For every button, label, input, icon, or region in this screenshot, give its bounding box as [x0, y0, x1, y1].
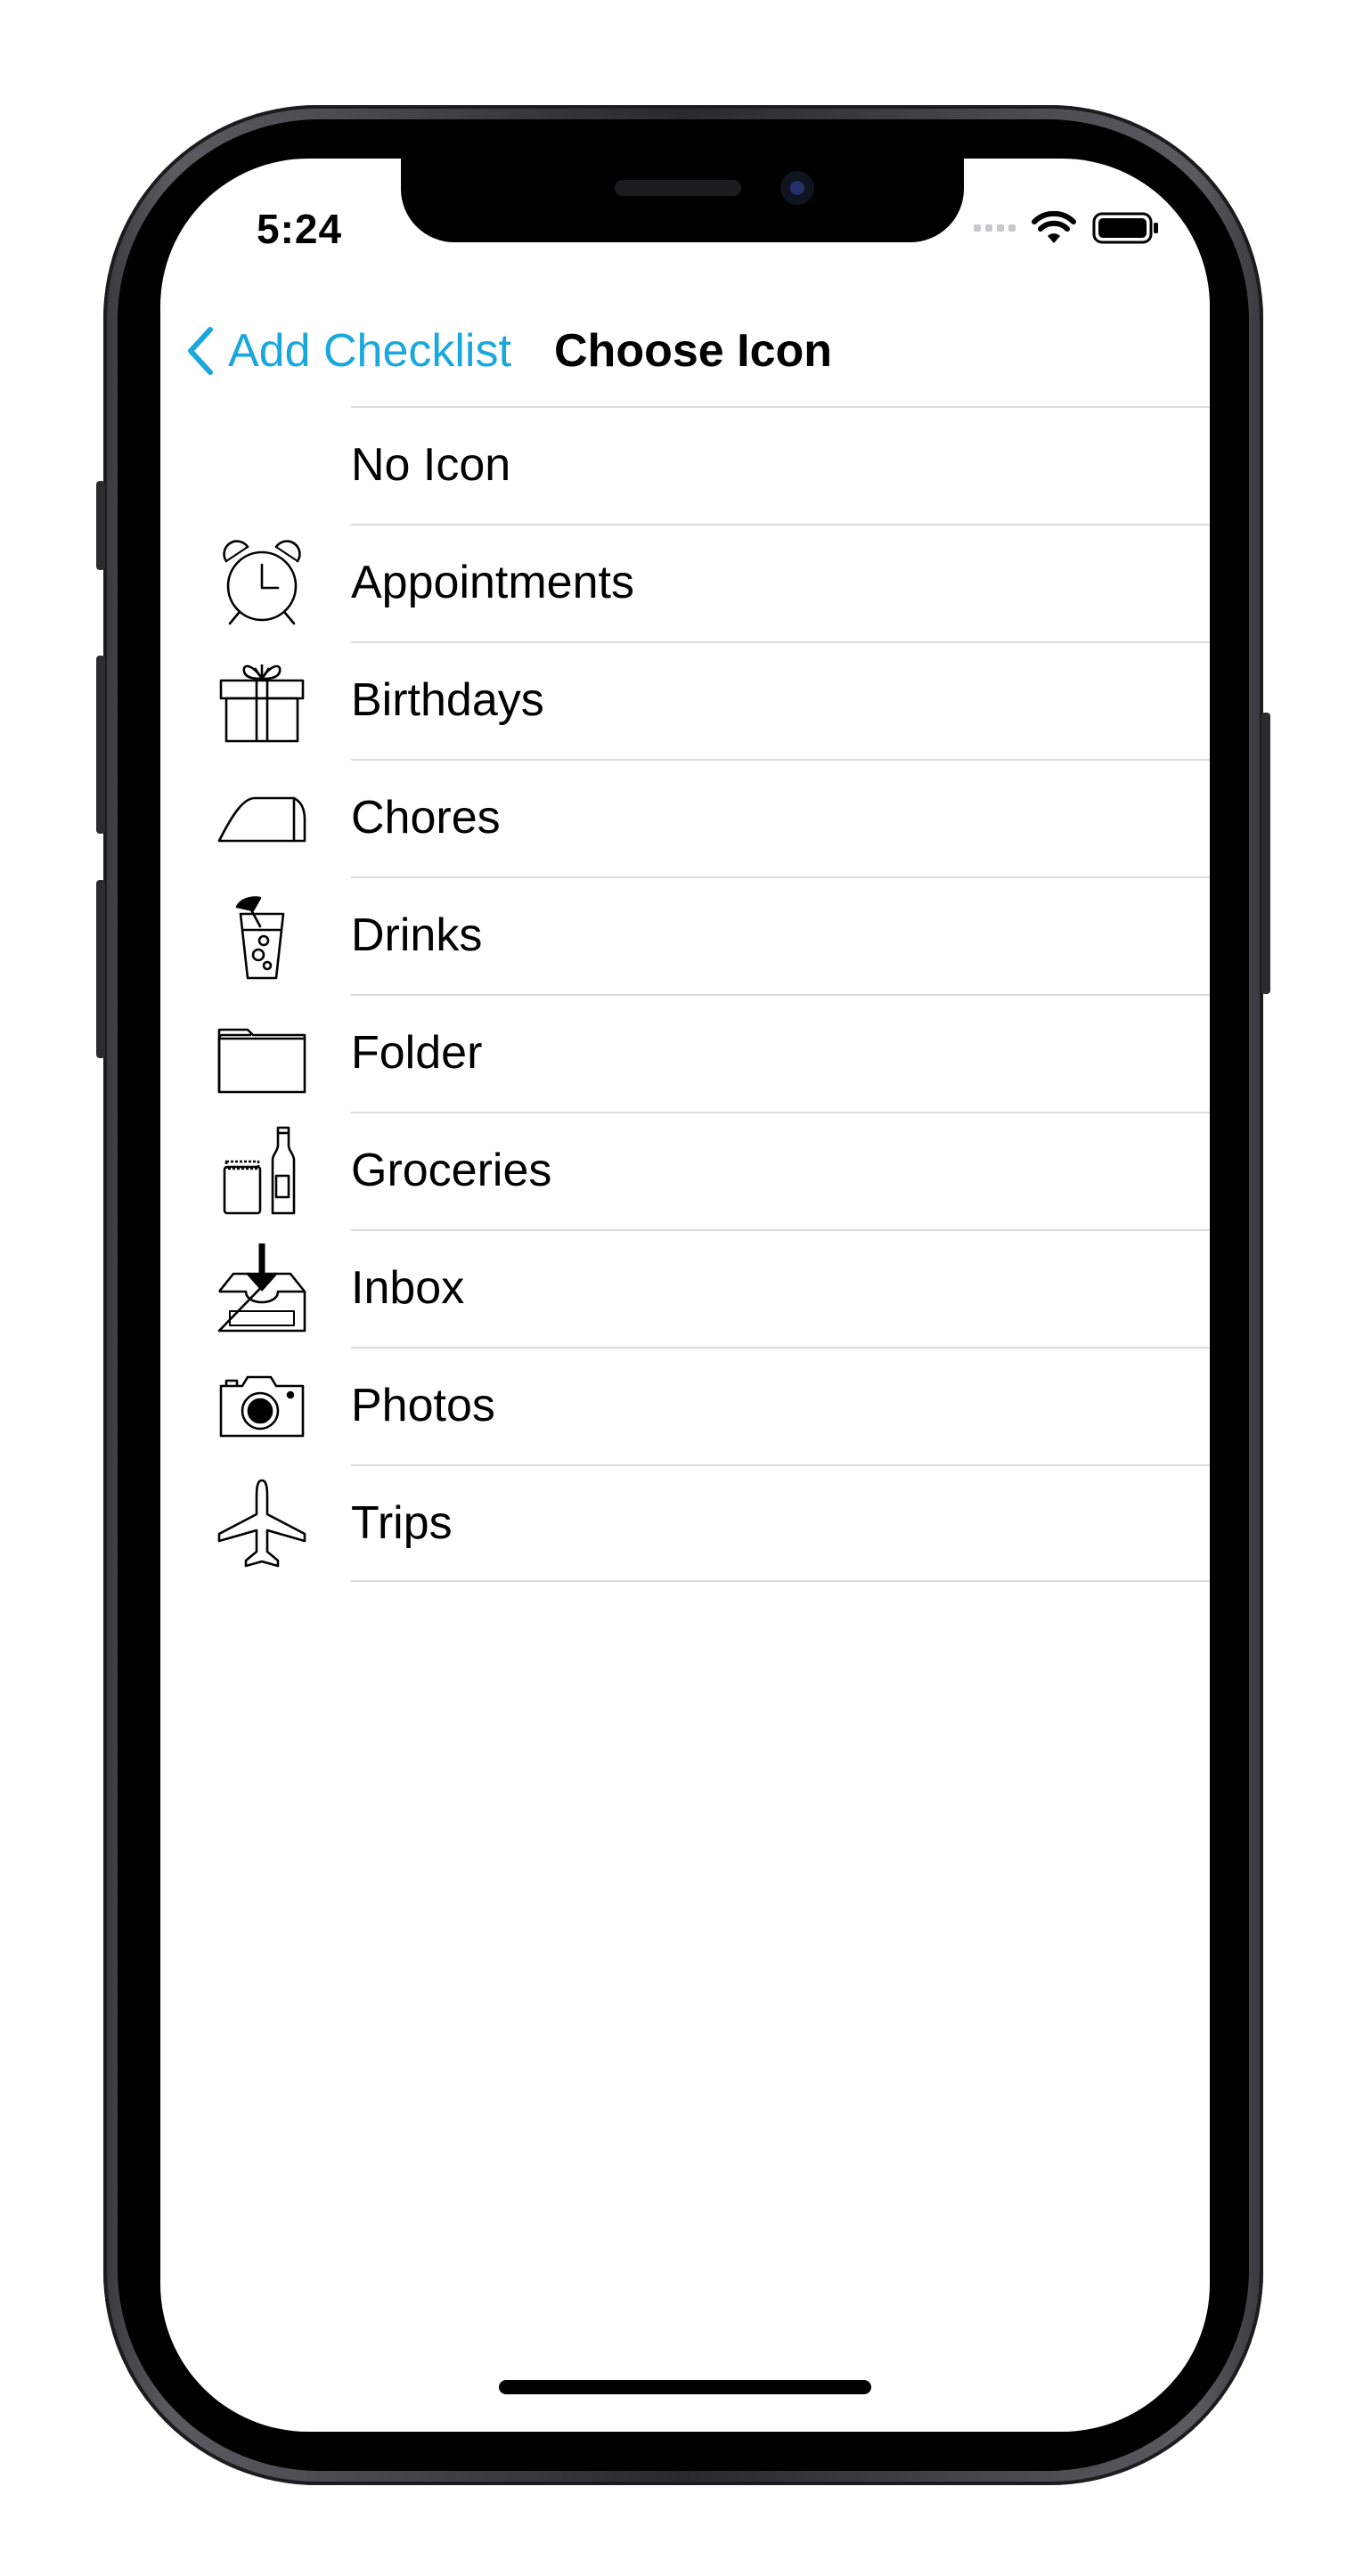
list-item-folder[interactable]: Folder: [160, 994, 1210, 1112]
list-item-label: Drinks: [351, 909, 483, 961]
battery-icon: [1092, 212, 1158, 244]
list-item-label: Folder: [351, 1027, 483, 1079]
mute-switch: [96, 481, 105, 570]
home-indicator[interactable]: [499, 2380, 871, 2394]
list-item-label: Inbox: [351, 1262, 465, 1314]
list-item-label: Birthdays: [351, 674, 544, 726]
navigation-bar: Add Checklist Choose Icon: [160, 294, 1210, 408]
list-item-birthdays[interactable]: Birthdays: [160, 641, 1210, 759]
list-item-label: No Icon: [351, 439, 511, 491]
row-divider: [351, 1229, 1210, 1231]
row-divider: [351, 1580, 1210, 1582]
folder-icon: [217, 1008, 306, 1097]
list-item-trips[interactable]: Trips: [160, 1464, 1210, 1582]
power-button: [1261, 713, 1270, 994]
gift-icon: [217, 656, 306, 745]
alarm-clock-icon: [217, 538, 306, 627]
list-item-label: Appointments: [351, 557, 634, 608]
earpiece-speaker: [615, 180, 741, 196]
list-item-label: Photos: [351, 1380, 495, 1431]
inbox-tray-icon: [217, 1243, 306, 1333]
icon-list: No Icon Appointments Birthdays Chores Dr…: [160, 406, 1210, 1582]
list-item-label: Groceries: [351, 1145, 552, 1196]
chevron-left-icon: [188, 327, 213, 375]
status-time: 5:24: [257, 206, 343, 252]
page-title: Choose Icon: [554, 325, 833, 377]
list-item-drinks[interactable]: Drinks: [160, 876, 1210, 994]
front-camera: [780, 171, 814, 205]
jar-and-bottle-icon: [217, 1126, 306, 1215]
cocktail-glass-icon: [217, 891, 306, 980]
back-button[interactable]: Add Checklist: [185, 294, 511, 408]
list-item-appointments[interactable]: Appointments: [160, 524, 1210, 641]
row-divider: [351, 1464, 1210, 1466]
wifi-icon: [1032, 211, 1076, 243]
status-icons: [974, 210, 1160, 246]
cellular-signal-icon: [974, 224, 1016, 232]
back-button-label: Add Checklist: [228, 325, 511, 377]
list-item-inbox[interactable]: Inbox: [160, 1229, 1210, 1347]
list-item-no-icon[interactable]: No Icon: [160, 406, 1210, 524]
volume-up-button: [96, 656, 105, 834]
volume-down-button: [96, 880, 105, 1058]
list-item-photos[interactable]: Photos: [160, 1347, 1210, 1464]
list-item-groceries[interactable]: Groceries: [160, 1112, 1210, 1229]
list-item-label: Trips: [351, 1497, 453, 1549]
list-item-chores[interactable]: Chores: [160, 759, 1210, 876]
airplane-icon: [217, 1479, 306, 1568]
iron-icon: [217, 773, 306, 862]
screen: 5:24 Add Checklist Choose Icon No Icon A…: [160, 159, 1210, 2432]
camera-icon: [217, 1361, 306, 1450]
notch: [401, 159, 964, 242]
list-item-label: Chores: [351, 792, 501, 844]
